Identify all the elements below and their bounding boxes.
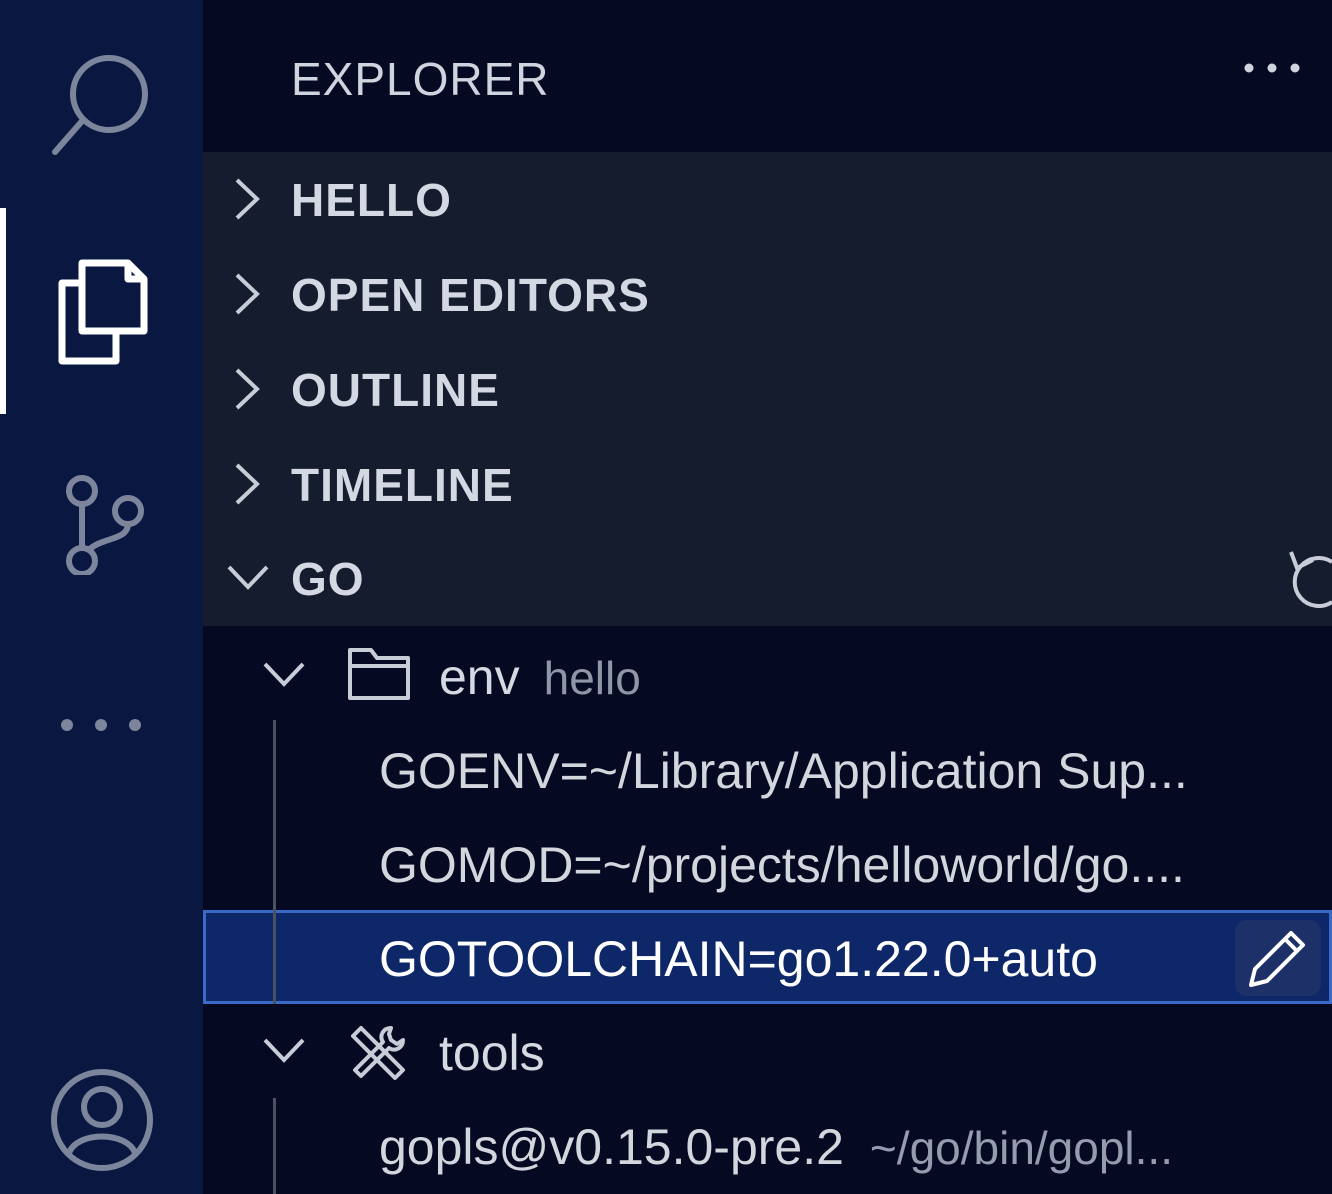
files-icon: [58, 259, 147, 365]
tree-label: tools: [439, 1025, 545, 1081]
ellipsis-icon: [1244, 63, 1300, 73]
chevron-right-icon: [235, 368, 260, 410]
activity-bar: [0, 0, 203, 1194]
section-hello[interactable]: HELLO: [203, 152, 1332, 247]
chevron-down-icon: [227, 565, 269, 590]
explorer-sidebar: EXPLORER HELLO OPEN EDITORS OUTLINE TIME…: [203, 0, 1332, 1194]
tree-label: env: [439, 649, 520, 705]
tree-description: hello: [543, 652, 641, 704]
more-icon: [60, 719, 141, 731]
refresh-button[interactable]: [1285, 548, 1332, 613]
chevron-right-icon: [235, 273, 260, 315]
chevron-right-icon: [235, 463, 260, 505]
source-control-icon: [65, 475, 144, 575]
section-go[interactable]: GO: [203, 531, 1332, 626]
env-item-goenv[interactable]: GOENV=~/Library/Application Sup...: [203, 722, 1332, 816]
activity-search[interactable]: [0, 40, 203, 170]
tools-item-gopls[interactable]: gopls@v0.15.0-pre.2 ~/go/bin/gopl...: [203, 1098, 1332, 1192]
sidebar-title: EXPLORER: [291, 53, 550, 105]
section-open-editors[interactable]: OPEN EDITORS: [203, 247, 1332, 342]
section-label: TIMELINE: [291, 458, 514, 511]
indent-guide: [273, 910, 276, 1004]
env-item-gotoolchain[interactable]: GOTOOLCHAIN=go1.22.0+auto: [203, 910, 1332, 1004]
chevron-down-icon: [263, 1038, 305, 1063]
activity-source-control[interactable]: [0, 455, 203, 585]
folder-icon: [348, 648, 410, 700]
tree-tools[interactable]: tools: [203, 1004, 1332, 1098]
edit-button[interactable]: [1235, 920, 1321, 996]
views-more-actions[interactable]: [1243, 60, 1301, 81]
tree-env[interactable]: env hello: [203, 628, 1332, 722]
section-label: HELLO: [291, 173, 452, 226]
refresh-icon: [1289, 551, 1332, 608]
env-item-label: GOMOD=~/projects/helloworld/go....: [379, 837, 1185, 893]
activity-explorer[interactable]: [0, 245, 203, 375]
tool-path: ~/go/bin/gopl...: [869, 1122, 1173, 1174]
section-label: GO: [291, 552, 365, 605]
section-outline[interactable]: OUTLINE: [203, 342, 1332, 437]
account-icon: [50, 1069, 153, 1171]
pencil-icon: [1249, 931, 1305, 987]
tools-icon: [351, 1026, 405, 1080]
env-item-label: GOTOOLCHAIN=go1.22.0+auto: [379, 931, 1098, 987]
search-icon: [51, 55, 148, 155]
env-item-label: GOENV=~/Library/Application Sup...: [379, 743, 1188, 799]
chevron-right-icon: [235, 178, 260, 220]
activity-more[interactable]: [0, 690, 203, 760]
chevron-down-icon: [263, 662, 305, 687]
section-timeline[interactable]: TIMELINE: [203, 437, 1332, 532]
sidebar-header: EXPLORER: [203, 0, 1332, 152]
tool-label: gopls@v0.15.0-pre.2: [379, 1119, 844, 1175]
activity-accounts[interactable]: [0, 1060, 203, 1180]
section-label: OUTLINE: [291, 363, 500, 416]
section-label: OPEN EDITORS: [291, 268, 650, 321]
env-item-gomod[interactable]: GOMOD=~/projects/helloworld/go....: [203, 816, 1332, 910]
